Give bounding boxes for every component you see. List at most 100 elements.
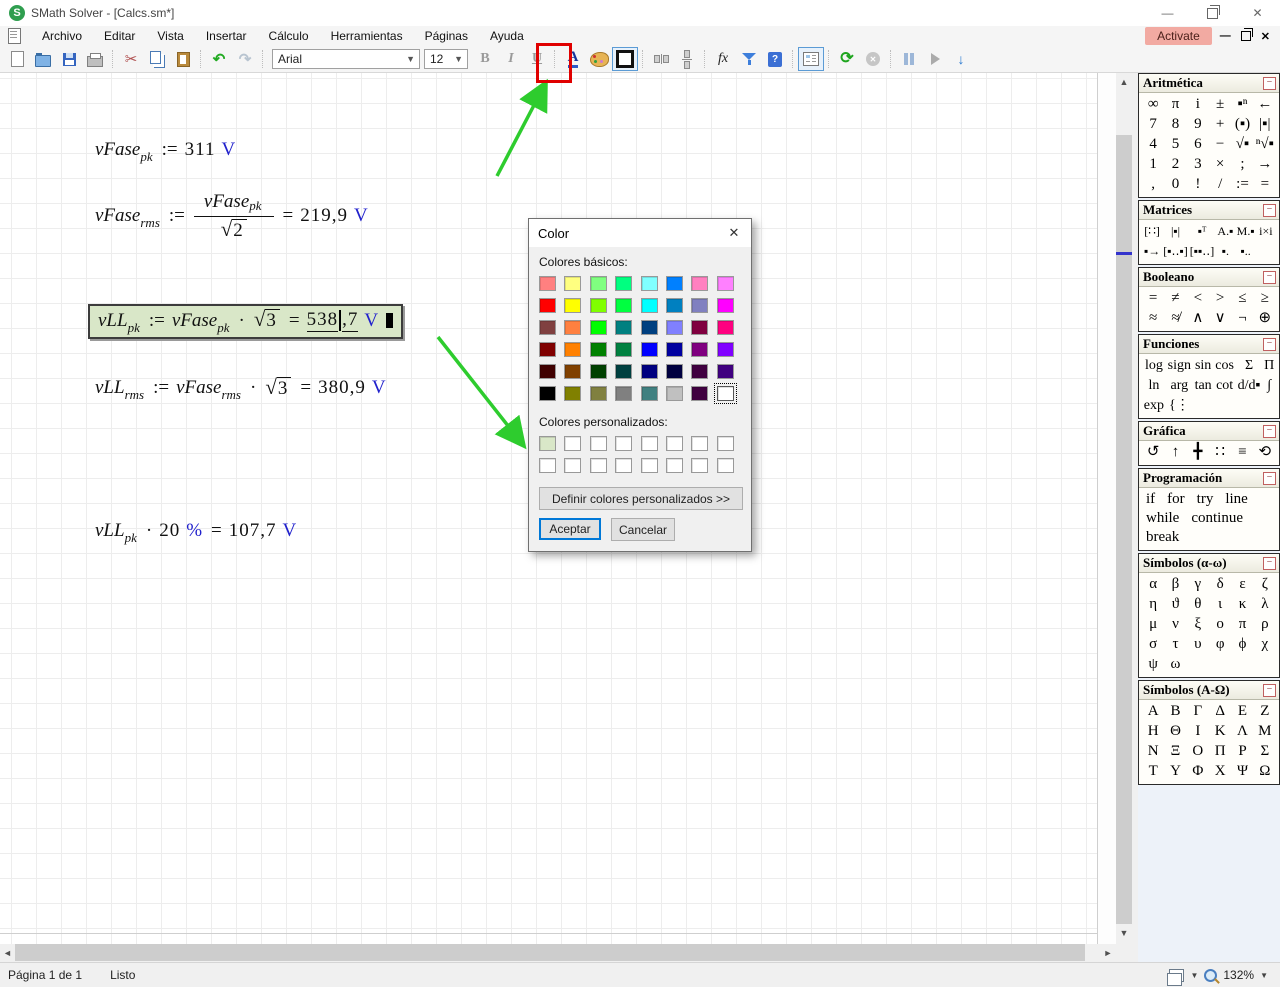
color-swatch[interactable] <box>615 386 632 401</box>
function-button[interactable]: sign <box>1166 356 1193 375</box>
graph-tool-button[interactable]: ╋ <box>1187 443 1209 462</box>
function-button[interactable]: {⋮ <box>1166 396 1193 415</box>
menu-item[interactable]: Vista <box>146 27 194 45</box>
color-swatch[interactable] <box>641 320 658 335</box>
math-symbol-button[interactable]: [▪▪‥] <box>1189 242 1216 261</box>
greek-letter-button[interactable]: Α <box>1142 702 1164 721</box>
function-button[interactable]: Σ <box>1236 356 1262 375</box>
color-swatch[interactable] <box>666 364 683 379</box>
menu-item[interactable]: Cálculo <box>258 27 320 45</box>
math-symbol-button[interactable]: (▪) <box>1231 115 1253 134</box>
math-symbol-button[interactable]: [∷] <box>1142 222 1162 241</box>
math-symbol-button[interactable]: ¬ <box>1231 309 1253 328</box>
color-swatch[interactable] <box>590 298 607 313</box>
menu-item[interactable]: Ayuda <box>479 27 535 45</box>
function-button[interactable]: d/d▪ <box>1236 376 1262 395</box>
greek-letter-button[interactable]: Μ <box>1254 722 1276 741</box>
greek-letter-button[interactable]: Π <box>1209 742 1231 761</box>
math-symbol-button[interactable]: |▪| <box>1162 222 1189 241</box>
function-button[interactable]: Π <box>1262 356 1276 375</box>
math-symbol-button[interactable]: 8 <box>1164 115 1186 134</box>
color-swatch[interactable] <box>564 276 581 291</box>
greek-letter-button[interactable]: Λ <box>1231 722 1253 741</box>
greek-letter-button[interactable]: κ <box>1231 595 1253 614</box>
math-symbol-button[interactable]: ≥ <box>1254 289 1276 308</box>
greek-letter-button[interactable]: Υ <box>1164 762 1186 781</box>
color-swatch[interactable] <box>615 276 632 291</box>
color-swatch[interactable] <box>564 298 581 313</box>
greek-letter-button[interactable]: Ι <box>1187 722 1209 741</box>
math-symbol-button[interactable]: i×i <box>1256 222 1276 241</box>
menu-item[interactable]: Herramientas <box>320 27 414 45</box>
font-family-combo[interactable]: Arial ▼ <box>272 49 420 69</box>
greek-letter-button[interactable]: Θ <box>1164 722 1186 741</box>
programming-keyword-button[interactable]: while <box>1145 509 1180 528</box>
formula-vll-pk-selected[interactable]: vLLpk:=vFasepk·√3=538,7V <box>88 304 403 339</box>
programming-keyword-button[interactable]: line <box>1224 490 1249 509</box>
color-swatch[interactable] <box>615 298 632 313</box>
color-swatch[interactable] <box>590 276 607 291</box>
scroll-up-icon[interactable]: ▲ <box>1116 73 1132 90</box>
function-button[interactable]: log <box>1142 356 1166 375</box>
math-symbol-button[interactable]: ▪→ <box>1142 242 1162 261</box>
function-button[interactable]: tan <box>1193 376 1214 395</box>
scroll-right-icon[interactable]: ► <box>1100 944 1116 961</box>
greek-letter-button[interactable]: φ <box>1209 635 1231 654</box>
greek-letter-button[interactable]: Χ <box>1209 762 1231 781</box>
color-swatch[interactable] <box>590 342 607 357</box>
programming-keyword-button[interactable]: continue <box>1190 509 1244 528</box>
menu-item[interactable]: Archivo <box>31 27 93 45</box>
math-symbol-button[interactable]: ≈ <box>1142 309 1164 328</box>
color-swatch[interactable] <box>717 298 734 313</box>
collapse-icon[interactable]: − <box>1263 557 1276 570</box>
math-symbol-button[interactable]: 1 <box>1142 155 1164 174</box>
zoom-magnifier-icon[interactable] <box>1204 969 1217 982</box>
color-swatch[interactable] <box>590 364 607 379</box>
color-swatch[interactable] <box>691 298 708 313</box>
greek-letter-button[interactable]: Δ <box>1209 702 1231 721</box>
function-button[interactable]: ∫ <box>1262 376 1276 395</box>
color-swatch[interactable] <box>564 386 581 401</box>
mdi-close-button[interactable]: ✕ <box>1261 30 1270 43</box>
greek-letter-button[interactable]: Ν <box>1142 742 1164 761</box>
function-button[interactable]: arg <box>1166 376 1193 395</box>
color-swatch[interactable] <box>691 342 708 357</box>
color-swatch[interactable] <box>564 364 581 379</box>
greek-letter-button[interactable]: Ρ <box>1231 742 1253 761</box>
graph-tool-button[interactable]: ↺ <box>1142 443 1164 462</box>
math-symbol-button[interactable]: [▪‥▪] <box>1162 242 1189 261</box>
math-symbol-button[interactable]: π <box>1164 95 1186 114</box>
pause-button[interactable] <box>896 47 922 71</box>
greek-letter-button[interactable]: π <box>1231 615 1253 634</box>
function-button[interactable]: exp <box>1142 396 1166 415</box>
collapse-icon[interactable]: − <box>1263 271 1276 284</box>
panel-header[interactable]: Booleano − <box>1139 268 1279 287</box>
graph-tool-button[interactable]: ⟲ <box>1254 443 1276 462</box>
math-symbol-button[interactable]: 3 <box>1187 155 1209 174</box>
math-symbol-button[interactable]: ≠ <box>1164 289 1186 308</box>
formula-vfase-pk[interactable]: vFasepk:=311V <box>95 139 235 161</box>
greek-letter-button[interactable]: ο <box>1209 615 1231 634</box>
function-button[interactable]: cos <box>1214 356 1236 375</box>
collapse-icon[interactable]: − <box>1263 684 1276 697</box>
math-symbol-button[interactable]: ; <box>1231 155 1253 174</box>
greek-letter-button[interactable]: ν <box>1164 615 1186 634</box>
color-swatch[interactable] <box>590 386 607 401</box>
zoom-level[interactable]: 132% <box>1223 968 1254 982</box>
math-symbol-button[interactable]: < <box>1187 289 1209 308</box>
custom-color-swatch[interactable] <box>691 458 708 473</box>
color-swatch[interactable] <box>666 342 683 357</box>
color-swatch[interactable] <box>717 276 734 291</box>
filter-button[interactable] <box>736 47 762 71</box>
color-swatch[interactable] <box>717 364 734 379</box>
restore-button[interactable] <box>1190 0 1235 26</box>
math-symbol-button[interactable]: ≤ <box>1231 289 1253 308</box>
panel-header[interactable]: Programación − <box>1139 469 1279 488</box>
greek-letter-button[interactable]: ψ <box>1142 655 1164 674</box>
math-symbol-button[interactable]: |▪| <box>1254 115 1276 134</box>
open-button[interactable] <box>30 47 56 71</box>
math-symbol-button[interactable]: = <box>1254 175 1276 194</box>
copy-button[interactable] <box>144 47 170 71</box>
print-button[interactable] <box>82 47 108 71</box>
custom-color-swatch[interactable] <box>539 436 556 451</box>
